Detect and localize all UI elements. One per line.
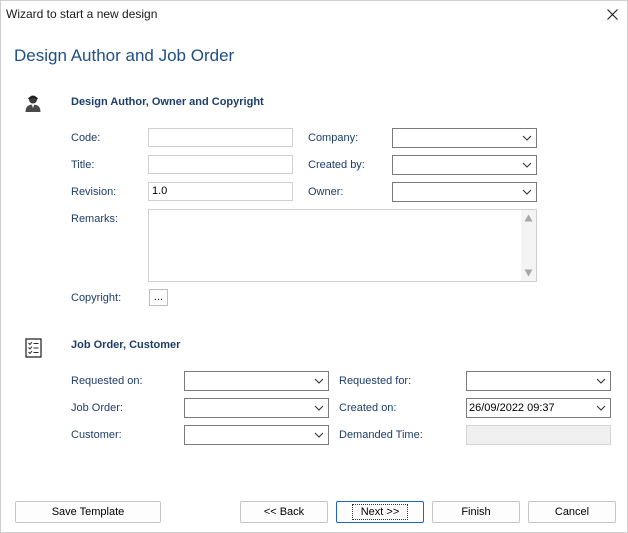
chevron-down-icon <box>522 189 532 195</box>
author-section-title: Design Author, Owner and Copyright <box>71 96 264 108</box>
created-by-select[interactable] <box>392 155 537 175</box>
created-on-label: Created on: <box>339 402 397 414</box>
title-label: Title: <box>71 159 95 171</box>
chevron-down-icon <box>596 378 606 384</box>
checklist-icon <box>25 338 42 358</box>
scroll-up-icon[interactable] <box>524 214 533 222</box>
page-title: Design Author and Job Order <box>14 46 235 65</box>
remarks-label: Remarks: <box>71 213 119 225</box>
requested-on-select[interactable] <box>184 371 329 391</box>
chevron-down-icon <box>522 162 532 168</box>
next-button-label: Next >> <box>351 504 409 520</box>
title-input[interactable] <box>148 155 293 174</box>
code-input[interactable] <box>148 128 293 147</box>
title-bar: Wizard to start a new design <box>1 1 627 27</box>
job-order-label: Job Order: <box>71 402 123 414</box>
customer-select[interactable] <box>184 425 329 445</box>
job-order-select[interactable] <box>184 398 329 418</box>
back-button[interactable]: << Back <box>240 501 328 523</box>
owner-label: Owner: <box>308 186 344 198</box>
requested-on-label: Requested on: <box>71 375 143 387</box>
close-icon <box>606 8 618 20</box>
requested-for-label: Requested for: <box>339 375 412 387</box>
chevron-down-icon <box>314 405 324 411</box>
revision-input[interactable]: 1.0 <box>148 182 293 201</box>
close-button[interactable] <box>599 3 625 25</box>
chevron-down-icon <box>522 135 532 141</box>
window-title: Wizard to start a new design <box>6 7 158 21</box>
created-by-label: Created by: <box>308 159 365 171</box>
finish-button[interactable]: Finish <box>432 501 520 523</box>
company-label: Company: <box>308 132 359 144</box>
scroll-down-icon[interactable] <box>524 269 533 277</box>
chevron-down-icon <box>314 432 324 438</box>
customer-label: Customer: <box>71 429 122 441</box>
copyright-browse-button[interactable]: ... <box>149 289 168 306</box>
cancel-button[interactable]: Cancel <box>528 501 616 523</box>
code-label: Code: <box>71 132 101 144</box>
next-button[interactable]: Next >> <box>336 501 424 523</box>
demanded-time-field <box>466 425 611 445</box>
copyright-label: Copyright: <box>71 292 122 304</box>
created-on-value: 26/09/2022 09:37 <box>469 402 555 414</box>
requested-for-select[interactable] <box>466 371 611 391</box>
user-icon <box>25 95 41 112</box>
owner-select[interactable] <box>392 182 537 202</box>
remarks-scrollbar[interactable] <box>521 210 536 281</box>
demanded-time-label: Demanded Time: <box>339 429 423 441</box>
remarks-textarea[interactable] <box>148 209 537 282</box>
chevron-down-icon <box>596 405 606 411</box>
revision-label: Revision: <box>71 186 117 198</box>
save-template-button[interactable]: Save Template <box>15 501 161 523</box>
wizard-window: Wizard to start a new design Design Auth… <box>0 0 628 533</box>
chevron-down-icon <box>314 378 324 384</box>
created-on-select[interactable]: 26/09/2022 09:37 <box>466 398 611 418</box>
company-select[interactable] <box>392 128 537 148</box>
job-section-title: Job Order, Customer <box>71 339 181 351</box>
